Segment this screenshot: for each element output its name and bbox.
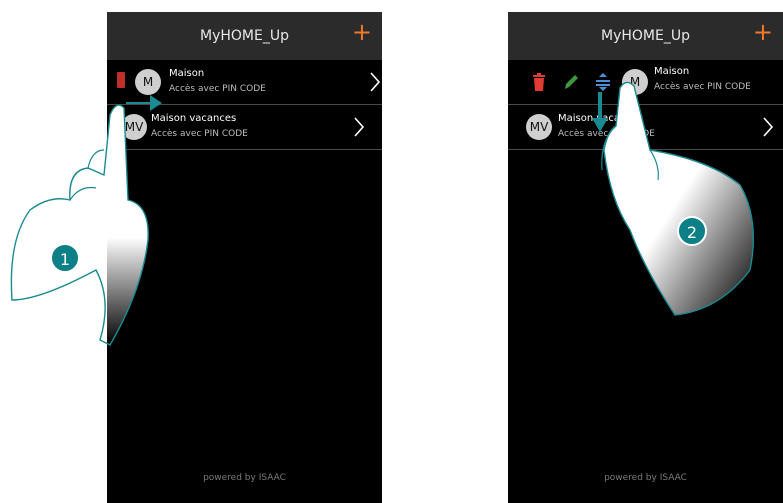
item-subtitle: Accès avec PIN CODE — [169, 84, 266, 94]
list-item[interactable]: M Maison Accès avec PIN CODE — [508, 60, 783, 105]
list-item[interactable]: MV Maison vacances Accès avec PIN CODE — [107, 105, 382, 150]
item-subtitle: Accès avec PIN CODE — [151, 129, 248, 139]
trash-icon[interactable] — [117, 72, 125, 88]
item-name: Maison vacances — [151, 113, 237, 124]
item-subtitle: Accès avec PIN CODE — [654, 82, 751, 92]
app-title: MyHOME_Up — [601, 28, 690, 44]
chevron-right-icon[interactable] — [353, 116, 365, 138]
reorder-icon[interactable] — [594, 72, 612, 92]
footer-powered-by: powered by ISAAC — [604, 473, 687, 483]
plus-icon[interactable]: + — [753, 20, 773, 44]
right-phone-screen: MyHOME_Up + M Maison Accès avec PIN CODE… — [508, 12, 783, 503]
pencil-icon[interactable] — [562, 72, 580, 92]
item-name: Maison vacances — [558, 113, 644, 124]
footer-powered-by: powered by ISAAC — [203, 473, 286, 483]
list-item[interactable]: MV Maison vacances Accès avec PIN CODE — [508, 105, 783, 150]
trash-icon[interactable] — [530, 72, 548, 92]
chevron-right-icon[interactable] — [369, 71, 381, 93]
list-item[interactable]: M Maison Accès avec PIN CODE — [107, 60, 382, 105]
app-header: MyHOME_Up + — [508, 12, 783, 60]
step-badge-2: 2 — [677, 216, 707, 246]
item-name: Maison — [654, 66, 690, 77]
step-badge-1: 1 — [50, 243, 80, 273]
plus-icon[interactable]: + — [352, 20, 372, 44]
item-name: Maison — [169, 68, 205, 79]
left-phone-screen: MyHOME_Up + M Maison Accès avec PIN CODE… — [107, 12, 382, 503]
app-title: MyHOME_Up — [200, 28, 289, 44]
avatar: M — [622, 69, 648, 95]
chevron-right-icon[interactable] — [762, 116, 774, 138]
app-header: MyHOME_Up + — [107, 12, 382, 60]
avatar: MV — [121, 114, 147, 140]
item-subtitle: Accès avec PIN CODE — [558, 129, 655, 139]
avatar: M — [135, 69, 161, 95]
avatar: MV — [526, 114, 552, 140]
